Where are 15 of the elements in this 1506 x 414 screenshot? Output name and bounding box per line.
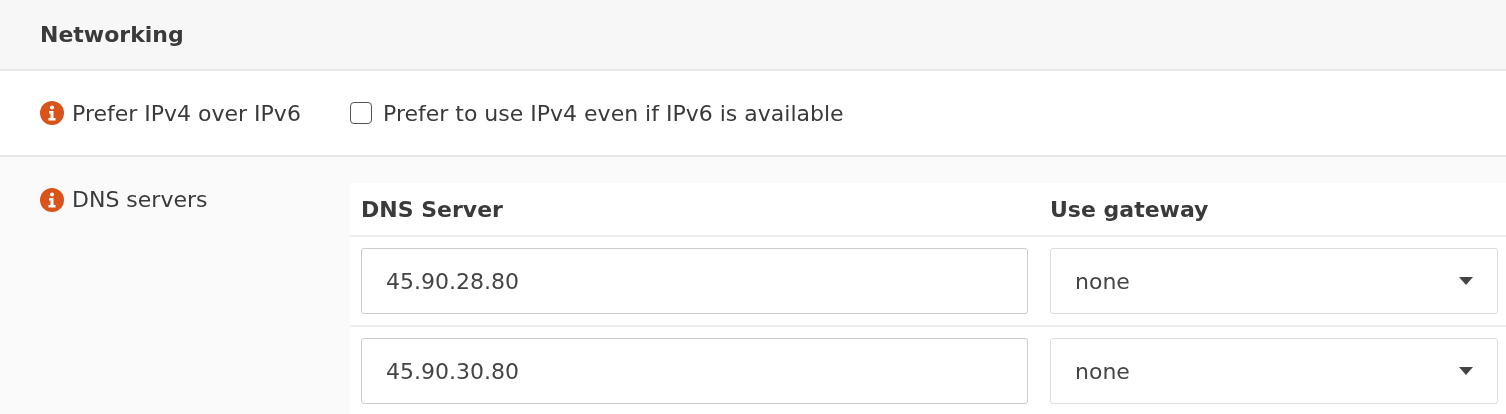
field-label: DNS servers: [72, 186, 208, 214]
caret-icon: [1459, 367, 1473, 375]
checkbox-label[interactable]: Prefer to use IPv4 even if IPv6 is available: [383, 96, 844, 130]
gateway-dropdown[interactable]: none: [1050, 338, 1498, 404]
column-header: DNS Server: [361, 196, 503, 222]
column-header: Use gateway: [1050, 196, 1209, 222]
dns-server-field[interactable]: 45.90.30.80: [361, 338, 1028, 404]
info-icon[interactable]: [40, 187, 64, 212]
gateway-dropdown[interactable]: none: [1050, 248, 1498, 314]
field-label: Prefer IPv4 over IPv6: [72, 99, 301, 128]
info-icon[interactable]: [40, 101, 64, 125]
caret-icon: [1459, 277, 1473, 285]
dns-server-field[interactable]: 45.90.28.80: [361, 248, 1028, 314]
section-title: Networking: [40, 21, 184, 49]
checkbox[interactable]: [350, 102, 372, 124]
